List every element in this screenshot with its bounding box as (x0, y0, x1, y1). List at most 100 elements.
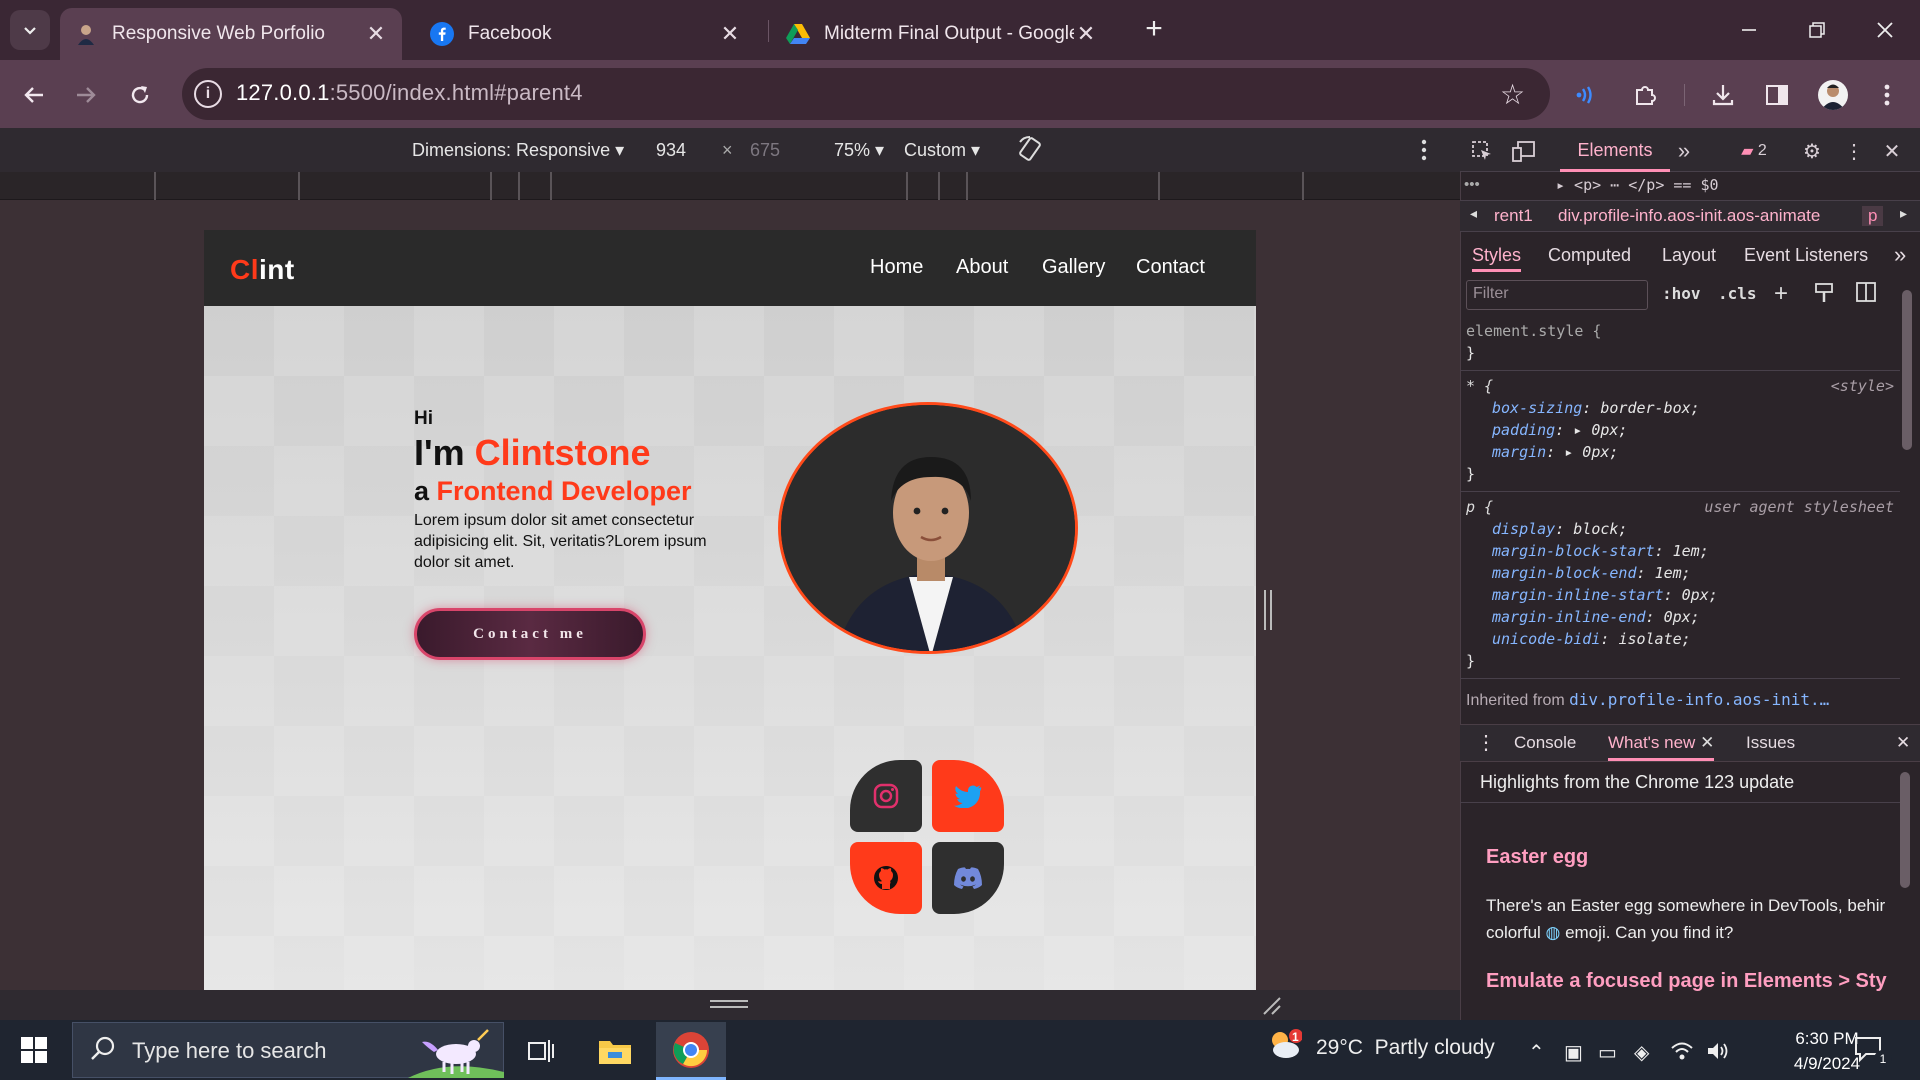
breadcrumb-item[interactable]: rent1 (1494, 206, 1533, 226)
element-style-rule[interactable]: element.style { } (1460, 316, 1900, 371)
class-toggle[interactable]: .cls (1718, 284, 1757, 303)
close-tab-icon[interactable]: ✕ (364, 21, 388, 47)
css-property[interactable]: margin-block-start: 1em; (1466, 540, 1894, 562)
css-property[interactable]: padding: ▸ 0px; (1466, 419, 1894, 441)
new-tab-button[interactable]: + (1136, 12, 1172, 48)
back-button[interactable] (16, 78, 52, 112)
drawer-menu-icon[interactable]: ⋮ (1476, 725, 1496, 761)
subtab-event-listeners[interactable]: Event Listeners (1744, 238, 1868, 272)
more-menu-icon[interactable] (1872, 80, 1902, 110)
subtab-computed[interactable]: Computed (1548, 238, 1631, 272)
css-property[interactable]: box-sizing: border-box; (1466, 397, 1894, 419)
dom-ellipsis[interactable]: ••• (1464, 176, 1480, 193)
drawer-tab-issues[interactable]: Issues (1746, 725, 1795, 761)
camera-app-icon[interactable]: ◈ (1634, 1040, 1649, 1065)
wifi-icon[interactable] (1670, 1040, 1694, 1068)
css-property[interactable]: unicode-bidi: isolate; (1466, 628, 1894, 650)
nav-home-link[interactable]: Home (870, 256, 923, 279)
subtab-layout[interactable]: Layout (1662, 238, 1716, 272)
chevron-up-icon[interactable]: ⌃ (1528, 1040, 1545, 1065)
css-property[interactable]: margin-block-end: 1em; (1466, 562, 1894, 584)
zoom-select[interactable]: 75% ▾ (834, 140, 884, 161)
settings-gear-icon[interactable]: ⚙ (1798, 138, 1826, 164)
rotate-icon[interactable] (1016, 134, 1044, 169)
chrome-taskbar-icon[interactable] (656, 1022, 726, 1080)
breadcrumb-item[interactable]: div.profile-info.aos-init.aos-animate (1558, 206, 1820, 226)
tab-elements[interactable]: Elements (1560, 128, 1670, 172)
height-input[interactable]: 675 (750, 140, 780, 161)
meet-now-icon[interactable]: ▣ (1564, 1040, 1583, 1065)
breadcrumb-left-icon[interactable]: ◂ (1470, 205, 1477, 222)
device-toggle-icon[interactable] (1510, 138, 1538, 164)
restore-button[interactable] (1794, 10, 1840, 50)
file-explorer-icon[interactable] (580, 1022, 650, 1080)
dimensions-select[interactable]: Dimensions: Responsive ▾ (412, 140, 624, 161)
more-tabs-icon[interactable]: » (1670, 138, 1698, 164)
close-window-button[interactable] (1862, 10, 1908, 50)
extensions-puzzle-icon[interactable] (1630, 80, 1660, 110)
media-query-ruler[interactable] (0, 172, 1460, 200)
breadcrumb-item[interactable]: p (1862, 206, 1884, 226)
paint-icon[interactable] (1814, 282, 1834, 309)
weather-widget[interactable]: 29°C Partly cloudy (1316, 1036, 1495, 1060)
task-view-icon[interactable] (506, 1022, 576, 1080)
css-property[interactable]: margin: ▸ 0px; (1466, 441, 1894, 463)
close-devtools-icon[interactable]: ✕ (1878, 138, 1906, 164)
inherited-selector-link[interactable]: div.profile-info.aos-init.… (1569, 690, 1829, 709)
viewport-resize-handle[interactable] (1264, 590, 1272, 630)
tab-portfolio[interactable]: Responsive Web Porfolio ✕ (60, 8, 402, 60)
download-icon[interactable] (1708, 80, 1738, 110)
easter-egg-title[interactable]: Easter egg (1486, 846, 1588, 869)
bookmark-star-icon[interactable]: ☆ (1500, 78, 1525, 111)
bottom-resize-handle[interactable] (710, 1000, 748, 1008)
drawer-tab-console[interactable]: Console (1514, 725, 1576, 761)
add-rule-icon[interactable]: + (1774, 280, 1788, 308)
nav-contact-link[interactable]: Contact (1136, 256, 1205, 279)
battery-icon[interactable]: ▭ (1598, 1040, 1617, 1065)
volume-icon[interactable] (1706, 1040, 1730, 1068)
nav-gallery-link[interactable]: Gallery (1042, 256, 1105, 279)
css-property[interactable]: display: block; (1466, 518, 1894, 540)
toggle-sidebar-icon[interactable] (1856, 282, 1876, 307)
hover-state-toggle[interactable]: :hov (1662, 284, 1701, 303)
issues-counter[interactable]: ▰ 2 (1734, 138, 1774, 164)
css-rule-universal[interactable]: * {<style> box-sizing: border-box; paddi… (1460, 371, 1900, 492)
drawer-tab-whats-new[interactable]: What's new ✕ (1608, 725, 1715, 761)
throttle-select[interactable]: Custom ▾ (904, 140, 980, 161)
emulate-focused-title[interactable]: Emulate a focused page in Elements > Sty (1486, 970, 1898, 993)
profile-avatar[interactable] (1818, 80, 1848, 110)
reload-button[interactable] (122, 78, 158, 112)
minimize-button[interactable] (1726, 10, 1772, 50)
css-property[interactable]: margin-inline-start: 0px; (1466, 584, 1894, 606)
styles-scrollbar-thumb[interactable] (1902, 290, 1912, 450)
nav-about-link[interactable]: About (956, 256, 1008, 279)
close-drawer-icon[interactable]: ✕ (1896, 725, 1910, 761)
close-tab-icon[interactable]: ✕ (718, 21, 742, 47)
site-info-icon[interactable]: i (194, 80, 222, 108)
tab-facebook[interactable]: Facebook ✕ (416, 8, 756, 60)
media-cast-icon[interactable] (1572, 80, 1602, 110)
windows-start-icon[interactable] (20, 1036, 48, 1064)
site-logo[interactable]: Clint (230, 254, 295, 286)
drawer-scrollbar-thumb[interactable] (1900, 772, 1910, 888)
url-text[interactable]: 127.0.0.1:5500/index.html#parent4 (236, 80, 583, 106)
forward-button[interactable] (68, 78, 104, 112)
inspect-element-icon[interactable] (1468, 138, 1496, 164)
device-more-icon[interactable] (1420, 138, 1428, 167)
rule-source-link[interactable]: <style> (1831, 375, 1894, 397)
dom-selected-node[interactable]: ▸ <p> ⋯ </p> == $0 (1556, 176, 1920, 194)
tab-search-button[interactable] (10, 10, 50, 50)
subtab-styles[interactable]: Styles (1472, 238, 1522, 272)
styles-filter-input[interactable]: Filter (1466, 280, 1648, 310)
corner-resize-icon[interactable] (1260, 994, 1282, 1021)
breadcrumb-right-icon[interactable]: ▸ (1900, 205, 1907, 222)
close-tab-icon[interactable]: ✕ (1074, 21, 1098, 47)
more-subtabs-icon[interactable]: » (1894, 238, 1906, 272)
css-property[interactable]: margin-inline-end: 0px; (1466, 606, 1894, 628)
contact-me-button[interactable]: Contact me (414, 608, 646, 660)
css-rule-paragraph[interactable]: p {user agent stylesheet display: block;… (1460, 492, 1900, 679)
tab-google-drive[interactable]: Midterm Final Output - Google ✕ (772, 8, 1112, 60)
close-tab-icon[interactable]: ✕ (1700, 733, 1714, 752)
side-panel-icon[interactable] (1762, 80, 1792, 110)
width-input[interactable]: 934 (656, 140, 686, 161)
